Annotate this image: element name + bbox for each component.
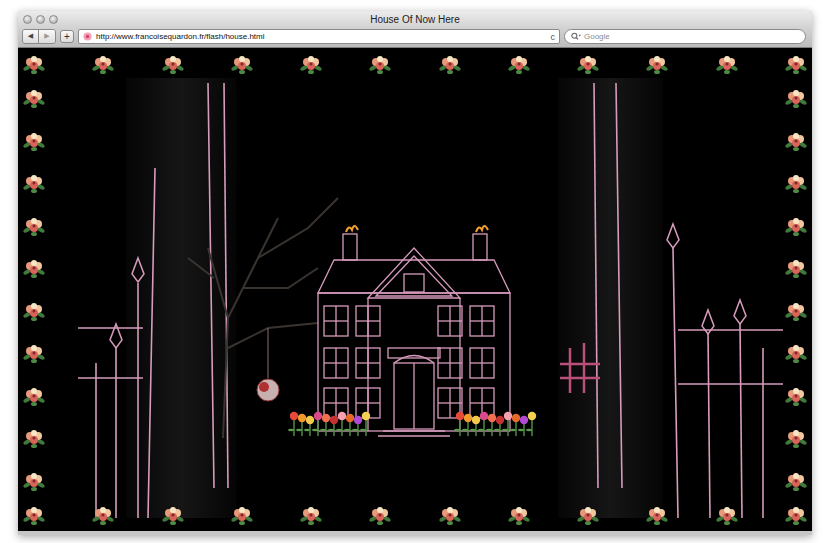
flower-icon (299, 53, 323, 75)
flower-icon (91, 53, 115, 75)
flower-icon (784, 172, 808, 194)
flower-icon (299, 504, 323, 526)
flower-icon (715, 53, 739, 75)
flower-icon (438, 504, 462, 526)
flower-icon (576, 53, 600, 75)
flower-icon (576, 504, 600, 526)
back-button[interactable]: ◀ (23, 30, 39, 43)
flower-icon (784, 300, 808, 322)
add-bookmark-button[interactable]: + (60, 30, 74, 43)
flower-column-right (784, 77, 808, 502)
flower-icon (22, 130, 46, 152)
flower-column-left (22, 77, 46, 502)
forward-button[interactable]: ▶ (39, 30, 55, 43)
flower-icon (22, 172, 46, 194)
flower-row-bottom (22, 502, 808, 528)
page: House Of Now Here ◀▶ + http://www.francoise… (0, 0, 830, 543)
flower-icon (784, 53, 808, 75)
flower-icon (784, 87, 808, 109)
flower-icon (161, 53, 185, 75)
flower-icon (22, 504, 46, 526)
flower-icon (22, 53, 46, 75)
flower-icon (507, 504, 531, 526)
flower-icon (645, 53, 669, 75)
flower-icon (22, 215, 46, 237)
search-field[interactable]: Google (564, 29, 806, 44)
flower-sides (22, 77, 808, 502)
site-icon (83, 32, 92, 41)
flower-icon (22, 300, 46, 322)
window-title: House Of Now Here (78, 14, 752, 25)
title-bar: House Of Now Here (18, 11, 812, 28)
tree-drawing (188, 198, 338, 438)
flower-icon (368, 504, 392, 526)
search-icon (571, 32, 581, 41)
flower-icon (22, 342, 46, 364)
flower-icon (22, 385, 46, 407)
minimize-button[interactable] (36, 15, 45, 24)
flower-icon (230, 504, 254, 526)
url-text: http://www.francoisequardon.fr/flash/hou… (96, 32, 547, 41)
browser-window: House Of Now Here ◀▶ + http://www.francoise… (18, 11, 812, 535)
flower-icon (22, 257, 46, 279)
flower-icon (368, 53, 392, 75)
search-placeholder: Google (584, 32, 610, 41)
reload-button[interactable]: c (551, 32, 556, 42)
flower-icon (784, 215, 808, 237)
flash-content[interactable] (18, 48, 812, 531)
flower-icon (784, 427, 808, 449)
flower-bed (288, 412, 370, 436)
house-scene (18, 48, 812, 531)
flower-border (18, 48, 812, 531)
flower-icon (22, 470, 46, 492)
flower-row-top (22, 51, 808, 77)
flower-icon (507, 53, 531, 75)
gate-drawing (78, 78, 783, 518)
toolbar: ◀▶ + http://www.francoisequardon.fr/flash/… (18, 28, 812, 48)
flower-icon (784, 470, 808, 492)
flower-bed (454, 412, 536, 436)
flower-icon (161, 504, 185, 526)
house-drawing (318, 226, 510, 436)
window-controls (18, 15, 78, 24)
zoom-button[interactable] (49, 15, 58, 24)
window-bottom (18, 531, 812, 535)
flower-icon (230, 53, 254, 75)
flower-icon (22, 87, 46, 109)
flower-icon (784, 342, 808, 364)
flower-icon (784, 385, 808, 407)
address-field[interactable]: http://www.francoisequardon.fr/flash/hou… (78, 29, 560, 44)
flower-icon (22, 427, 46, 449)
flower-icon (784, 504, 808, 526)
nav-buttons: ◀▶ (22, 29, 56, 44)
flower-icon (784, 130, 808, 152)
close-button[interactable] (23, 15, 32, 24)
flower-icon (438, 53, 462, 75)
flower-icon (715, 504, 739, 526)
flower-icon (645, 504, 669, 526)
flower-icon (91, 504, 115, 526)
flower-icon (784, 257, 808, 279)
